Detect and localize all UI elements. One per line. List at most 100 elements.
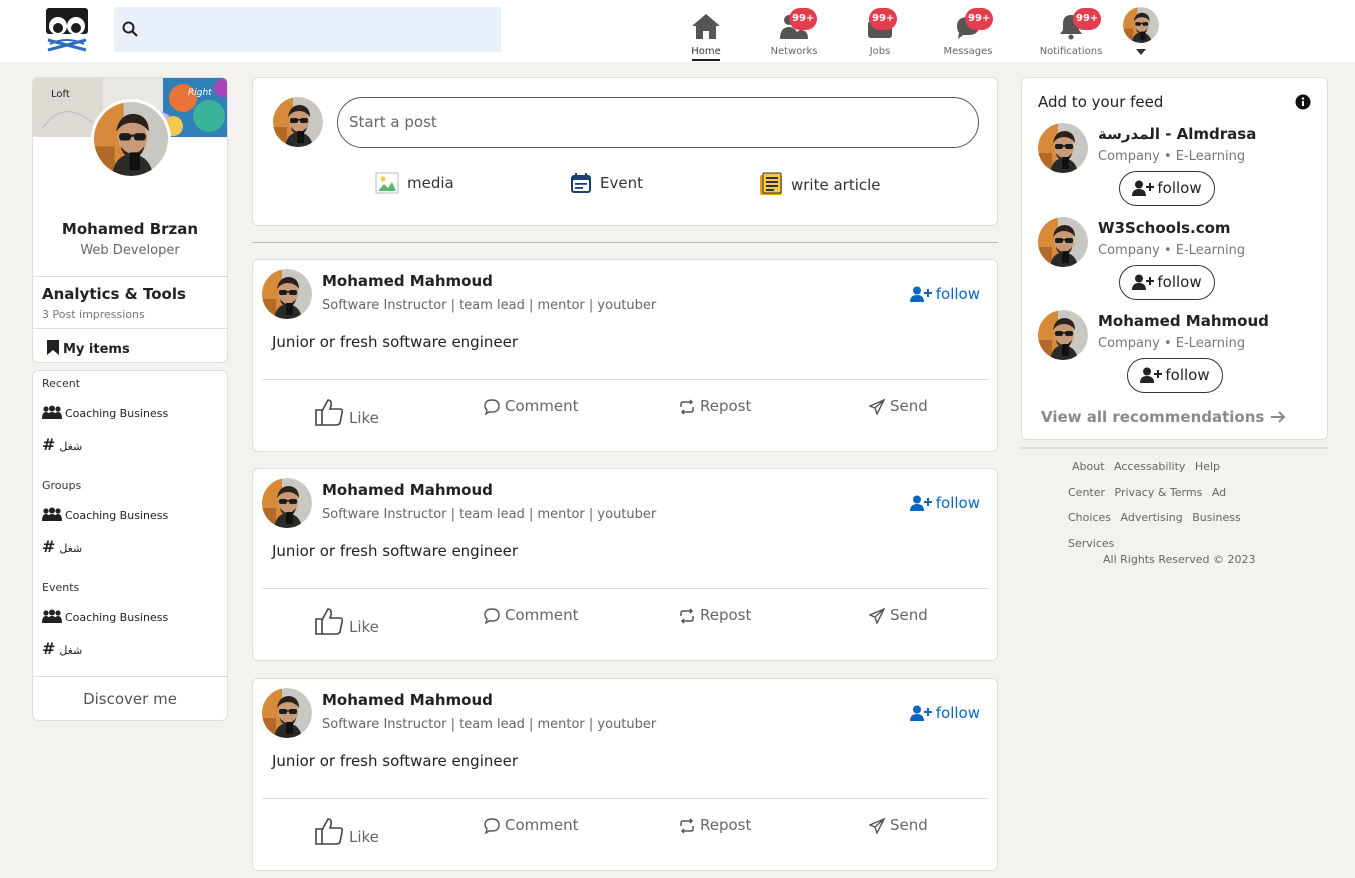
send-label: Send	[890, 397, 928, 415]
groups-card: Recent Coaching Business # شغل Groups Coa…	[32, 370, 228, 721]
my-items-link[interactable]: My items	[47, 340, 130, 357]
avatar[interactable]	[262, 269, 312, 319]
send-label: Send	[890, 606, 928, 624]
nav-messages[interactable]: 99+ Messages	[923, 8, 1013, 62]
nav-notifications[interactable]: 99+ Notifications	[1026, 8, 1116, 62]
footer-link[interactable]: Services	[1068, 537, 1114, 550]
footer-link[interactable]: Choices	[1068, 511, 1111, 524]
repost-button[interactable]: Repost	[679, 397, 751, 415]
send-button[interactable]: Send	[868, 397, 928, 416]
recommendation-name[interactable]: W3Schools.com	[1098, 219, 1231, 237]
start-post-input[interactable]: Start a post	[337, 97, 979, 148]
repost-label: Repost	[700, 816, 752, 834]
group-item-label: Coaching Business	[65, 407, 169, 420]
analytics-title[interactable]: Analytics & Tools	[42, 285, 186, 303]
recommendation-item: Mohamed Mahmoud Company • E-Learning fol…	[1038, 310, 1318, 400]
like-button[interactable]: Like	[314, 606, 379, 636]
post-author-headline: Software Instructor | team lead | mentor…	[322, 717, 657, 732]
badge: 99+	[965, 8, 994, 30]
compose-card: Start a post media Event write article	[252, 77, 998, 226]
footer-link[interactable]: Privacy & Terms	[1115, 486, 1203, 499]
repost-button[interactable]: Repost	[679, 606, 751, 624]
follow-button[interactable]: follow	[1119, 171, 1215, 206]
write-article-button[interactable]: write article	[759, 172, 881, 196]
hashtag-item[interactable]: # شغل	[42, 537, 82, 556]
post-text: Junior or fresh software engineer	[272, 333, 519, 351]
comment-button[interactable]: Comment	[484, 606, 579, 625]
recommendation-name[interactable]: Mohamed Mahmoud	[1098, 312, 1269, 330]
like-button[interactable]: Like	[314, 816, 379, 846]
footer-link[interactable]: About	[1072, 460, 1105, 473]
post-author[interactable]: Mohamed Mahmoud	[322, 481, 493, 499]
send-button[interactable]: Send	[868, 816, 928, 835]
search-box[interactable]	[114, 7, 501, 52]
home-icon	[691, 12, 721, 40]
me-avatar[interactable]	[1123, 7, 1159, 43]
nav-home[interactable]: Home	[661, 10, 751, 62]
group-item[interactable]: Coaching Business	[42, 507, 168, 522]
send-button[interactable]: Send	[868, 606, 928, 625]
follow-label: follow	[935, 494, 980, 512]
avatar[interactable]	[1038, 123, 1088, 173]
follow-button[interactable]: follow	[1127, 358, 1223, 393]
repost-label: Repost	[700, 397, 752, 415]
footer-link[interactable]: Business	[1192, 511, 1241, 524]
follow-button[interactable]: follow	[909, 704, 980, 722]
follow-button[interactable]: follow	[909, 494, 980, 512]
avatar[interactable]	[1038, 217, 1088, 267]
follow-button[interactable]: follow	[1119, 265, 1215, 300]
footer-link[interactable]: Help	[1195, 460, 1220, 473]
comment-button[interactable]: Comment	[484, 816, 579, 835]
send-icon	[868, 816, 890, 835]
hashtag-item[interactable]: # شغل	[42, 639, 82, 658]
comment-icon	[484, 816, 505, 835]
top-navbar: Home 99+ Networks 99+ Jobs 99+ Messages …	[0, 0, 1355, 62]
my-items-label: My items	[63, 342, 130, 357]
event-label: Event	[600, 174, 643, 192]
profile-photo[interactable]	[91, 99, 171, 179]
follow-button[interactable]: follow	[909, 285, 980, 303]
event-button[interactable]: Event	[570, 172, 643, 194]
divider	[33, 276, 227, 277]
view-all-recommendations-link[interactable]: View all recommendations	[1041, 408, 1286, 426]
hashtag-item[interactable]: # شغل	[42, 435, 82, 454]
info-icon[interactable]	[1295, 94, 1311, 114]
profile-title: Web Developer	[80, 243, 180, 258]
group-item[interactable]: Coaching Business	[42, 405, 168, 420]
bookmark-icon	[47, 340, 63, 357]
comment-button[interactable]: Comment	[484, 397, 579, 416]
footer-link[interactable]: Advertising	[1121, 511, 1183, 524]
footer-link[interactable]: Center	[1068, 486, 1105, 499]
thumbs-up-icon	[314, 399, 349, 427]
nav-jobs[interactable]: 99+ Jobs	[835, 8, 925, 62]
recommendation-name[interactable]: المدرسة - Almdrasa	[1098, 125, 1256, 143]
repost-button[interactable]: Repost	[679, 816, 751, 834]
avatar[interactable]	[262, 688, 312, 738]
analytics-subtitle: 3 Post impressions	[42, 308, 145, 321]
divider	[1021, 447, 1328, 449]
discover-link[interactable]: Discover me	[33, 690, 227, 708]
divider	[262, 588, 988, 589]
avatar[interactable]	[1038, 310, 1088, 360]
group-item[interactable]: Coaching Business	[42, 609, 168, 624]
post-card: Mohamed Mahmoud Software Instructor | te…	[252, 678, 998, 871]
post-author[interactable]: Mohamed Mahmoud	[322, 272, 493, 290]
repost-icon	[679, 816, 700, 834]
profile-name[interactable]: Mohamed Brzan	[33, 220, 227, 238]
post-card: Mohamed Mahmoud Software Instructor | te…	[252, 468, 998, 661]
nav-networks[interactable]: 99+ Networks	[749, 8, 839, 62]
like-label: Like	[349, 409, 379, 427]
avatar[interactable]	[262, 478, 312, 528]
like-button[interactable]: Like	[314, 397, 379, 427]
hashtag-label: شغل	[59, 542, 83, 555]
badge: 99+	[1073, 8, 1102, 30]
post-author[interactable]: Mohamed Mahmoud	[322, 691, 493, 709]
footer-link[interactable]: Accessability	[1114, 460, 1185, 473]
chevron-down-icon[interactable]	[1136, 40, 1146, 59]
search-icon	[122, 21, 138, 41]
logo[interactable]	[44, 6, 90, 52]
section-heading: Events	[42, 581, 80, 594]
media-button[interactable]: media	[375, 172, 454, 194]
footer-link[interactable]: Ad	[1212, 486, 1226, 499]
add-user-icon	[909, 285, 936, 303]
